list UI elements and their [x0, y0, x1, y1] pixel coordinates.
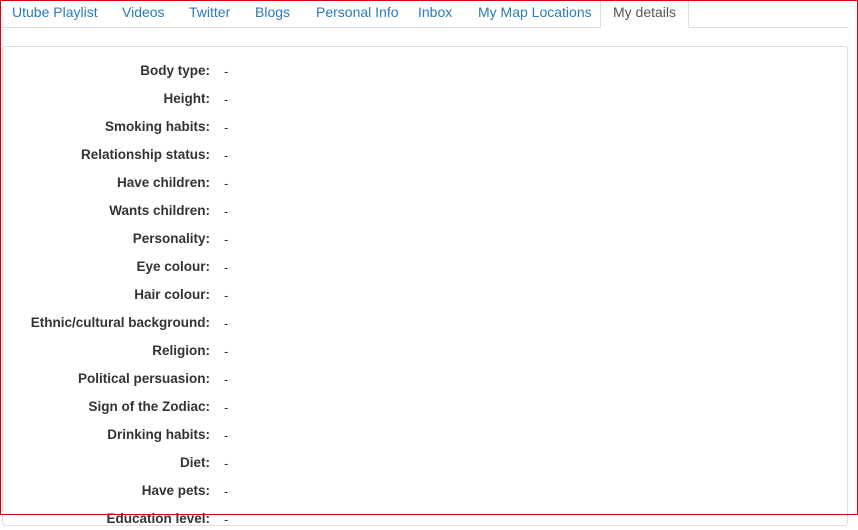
- detail-value: -: [224, 232, 229, 247]
- detail-value: -: [224, 456, 229, 471]
- tab-bar: Utube Playlist Videos Twitter Blogs Pers…: [1, 0, 848, 28]
- detail-row-education-level: Education level: -: [3, 509, 403, 529]
- detail-value: -: [224, 204, 229, 219]
- detail-row-religion: Religion: -: [3, 341, 403, 361]
- detail-row-height: Height: -: [3, 89, 403, 109]
- detail-value: -: [224, 344, 229, 359]
- detail-label: Have children:: [116, 175, 210, 190]
- detail-row-personality: Personality: -: [3, 229, 403, 249]
- detail-value: -: [224, 176, 229, 191]
- detail-row-have-children: Have children: -: [3, 173, 403, 193]
- detail-row-drinking-habits: Drinking habits: -: [3, 425, 403, 445]
- tab-personal-info[interactable]: Personal Info: [316, 0, 399, 27]
- detail-row-political-persuasion: Political persuasion: -: [3, 369, 403, 389]
- detail-value: -: [224, 120, 229, 135]
- detail-row-wants-children: Wants children: -: [3, 201, 403, 221]
- detail-row-diet: Diet: -: [3, 453, 403, 473]
- tab-my-map-locations[interactable]: My Map Locations: [478, 0, 592, 27]
- detail-row-smoking-habits: Smoking habits: -: [3, 117, 403, 137]
- detail-value: -: [224, 92, 229, 107]
- detail-label: Eye colour:: [136, 259, 210, 274]
- detail-value: -: [224, 64, 229, 79]
- detail-label: Height:: [163, 91, 211, 106]
- detail-label: Smoking habits:: [104, 119, 210, 134]
- detail-label: Ethnic/cultural background:: [30, 315, 210, 330]
- detail-value: -: [224, 260, 229, 275]
- detail-label: Hair colour:: [134, 287, 210, 302]
- detail-label: Wants children:: [109, 203, 210, 218]
- detail-label: Education level:: [106, 511, 210, 526]
- details-panel: Body type: - Height: - Smoking habits: -…: [2, 46, 848, 529]
- tab-videos[interactable]: Videos: [122, 0, 165, 27]
- tab-my-details[interactable]: My details: [600, 0, 690, 28]
- tab-inbox[interactable]: Inbox: [418, 0, 452, 27]
- detail-value: -: [224, 372, 229, 387]
- detail-row-body-type: Body type: -: [3, 61, 403, 81]
- detail-row-eye-colour: Eye colour: -: [3, 257, 403, 277]
- detail-row-ethnic-background: Ethnic/cultural background: -: [3, 313, 403, 333]
- detail-row-relationship-status: Relationship status: -: [3, 145, 403, 165]
- detail-value: -: [224, 148, 229, 163]
- tab-twitter[interactable]: Twitter: [189, 0, 230, 27]
- detail-label: Body type:: [140, 63, 210, 78]
- detail-label: Relationship status:: [80, 147, 210, 162]
- detail-value: -: [224, 400, 229, 415]
- detail-label: Diet:: [180, 455, 210, 470]
- detail-row-zodiac-sign: Sign of the Zodiac: -: [3, 397, 403, 417]
- detail-value: -: [224, 288, 229, 303]
- tab-blogs[interactable]: Blogs: [255, 0, 290, 27]
- detail-label: Sign of the Zodiac:: [88, 399, 211, 414]
- detail-value: -: [224, 428, 229, 443]
- detail-value: -: [224, 512, 229, 527]
- detail-label: Drinking habits:: [107, 427, 210, 442]
- detail-row-have-pets: Have pets: -: [3, 481, 403, 501]
- detail-label: Religion:: [152, 343, 210, 358]
- detail-label: Political persuasion:: [77, 371, 210, 386]
- detail-value: -: [224, 316, 229, 331]
- tab-utube-playlist[interactable]: Utube Playlist: [12, 0, 98, 27]
- detail-label: Have pets:: [141, 483, 210, 498]
- detail-label: Personality:: [132, 231, 210, 246]
- detail-row-hair-colour: Hair colour: -: [3, 285, 403, 305]
- detail-value: -: [224, 484, 229, 499]
